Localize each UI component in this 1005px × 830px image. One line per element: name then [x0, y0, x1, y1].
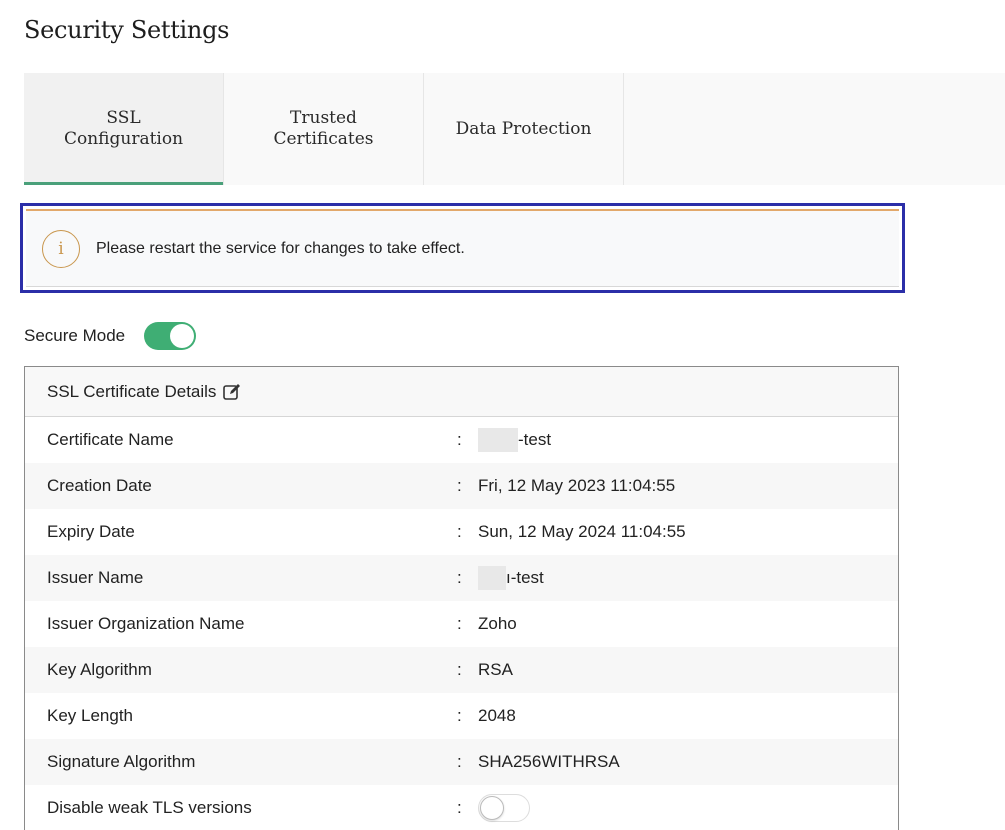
row-value: Fri, 12 May 2023 11:04:55 — [478, 476, 676, 495]
row-value: SHA256WITHRSA — [478, 752, 620, 771]
row-label: Issuer Name — [47, 568, 144, 587]
row-label: Key Length — [47, 706, 134, 725]
redacted-block — [478, 428, 518, 452]
row-key-algorithm: Key Algorithm : RSA — [25, 647, 898, 693]
row-label: Disable weak TLS versions — [47, 798, 252, 817]
row-colon: : — [457, 706, 462, 725]
disable-weak-tls-toggle[interactable] — [478, 794, 530, 822]
row-colon: : — [457, 476, 462, 495]
edit-icon[interactable] — [222, 382, 242, 402]
row-value: Zoho — [478, 614, 517, 633]
tab-ssl-configuration[interactable]: SSL Configuration — [24, 73, 224, 185]
notice-body: i Please restart the service for changes… — [26, 209, 899, 287]
row-colon: : — [457, 752, 462, 771]
info-icon: i — [42, 229, 80, 268]
card-title: SSL Certificate Details — [47, 381, 217, 401]
value-text: ı-test — [506, 568, 544, 587]
redacted-block — [478, 566, 506, 590]
row-certificate-name: Certificate Name : -test — [25, 417, 898, 463]
row-colon: : — [457, 798, 462, 817]
row-colon: : — [457, 430, 462, 449]
row-key-length: Key Length : 2048 — [25, 693, 898, 739]
row-value — [478, 794, 530, 822]
row-label: Expiry Date — [47, 522, 135, 541]
toggle-knob — [480, 796, 504, 820]
row-label: Creation Date — [47, 476, 152, 495]
value-text: -test — [518, 430, 552, 449]
card-header: SSL Certificate Details — [25, 367, 898, 417]
row-issuer-name: Issuer Name : ı-test — [25, 555, 898, 601]
row-value: ı-test — [478, 566, 544, 590]
row-colon: : — [457, 568, 462, 587]
row-colon: : — [457, 522, 462, 541]
row-label: Issuer Organization Name — [47, 614, 245, 633]
row-expiry-date: Expiry Date : Sun, 12 May 2024 11:04:55 — [25, 509, 898, 555]
restart-notice: i Please restart the service for changes… — [20, 203, 905, 293]
row-colon: : — [457, 614, 462, 633]
secure-mode-label: Secure Mode — [24, 326, 126, 345]
secure-mode-row: Secure Mode — [24, 322, 197, 350]
tab-trusted-certificates[interactable]: Trusted Certificates — [224, 73, 424, 185]
row-disable-weak-tls: Disable weak TLS versions : — [25, 785, 898, 830]
row-signature-algorithm: Signature Algorithm : SHA256WITHRSA — [25, 739, 898, 785]
secure-mode-toggle[interactable] — [144, 322, 197, 350]
row-label: Signature Algorithm — [47, 752, 196, 771]
tab-bar: SSL Configuration Trusted Certificates D… — [24, 73, 1005, 185]
row-issuer-organization: Issuer Organization Name : Zoho — [25, 601, 898, 647]
row-creation-date: Creation Date : Fri, 12 May 2023 11:04:5… — [25, 463, 898, 509]
tab-bar-filler — [624, 73, 1005, 185]
notice-text: Please restart the service for changes t… — [96, 239, 465, 257]
page-title: Security Settings — [24, 16, 230, 44]
row-colon: : — [457, 660, 462, 679]
row-value: -test — [478, 428, 551, 452]
row-value: Sun, 12 May 2024 11:04:55 — [478, 522, 686, 541]
row-label: Certificate Name — [47, 430, 174, 449]
row-value: RSA — [478, 660, 513, 679]
row-value: 2048 — [478, 706, 516, 725]
toggle-knob — [170, 324, 195, 348]
tab-data-protection[interactable]: Data Protection — [424, 73, 624, 185]
ssl-certificate-card: SSL Certificate Details Certificate Name… — [24, 366, 899, 830]
row-label: Key Algorithm — [47, 660, 152, 679]
